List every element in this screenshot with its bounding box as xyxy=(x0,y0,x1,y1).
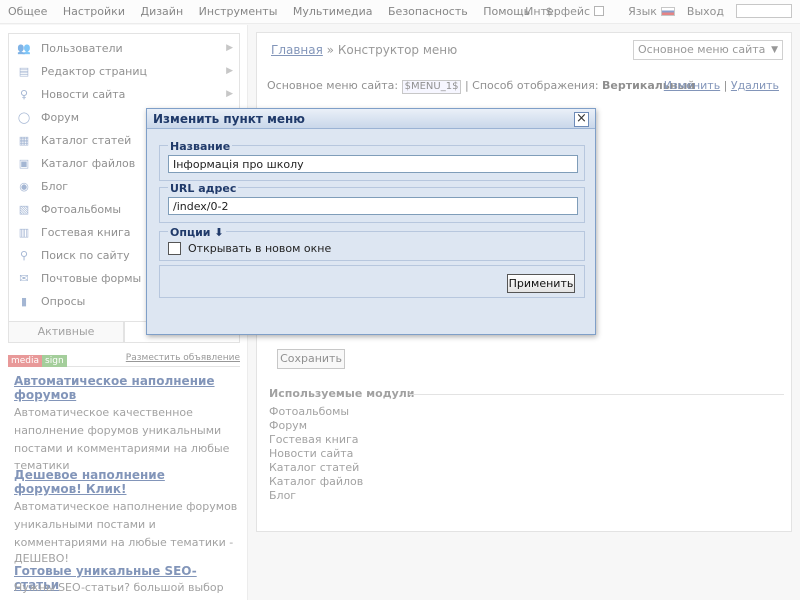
options-group: Опции ⬇ Открывать в новом окне xyxy=(159,226,585,261)
name-legend: Название xyxy=(168,140,233,153)
url-legend: URL адрес xyxy=(168,182,239,195)
options-legend[interactable]: Опции ⬇ xyxy=(168,226,226,239)
edit-menu-item-dialog: Изменить пункт меню × Название URL адрес… xyxy=(146,108,596,335)
close-button[interactable]: × xyxy=(574,112,589,127)
new-window-label: Открывать в новом окне xyxy=(188,242,332,255)
url-group: URL адрес xyxy=(159,182,585,223)
apply-button[interactable]: Применить xyxy=(507,274,575,293)
dialog-title: Изменить пункт меню xyxy=(153,112,305,126)
close-icon: × xyxy=(576,111,587,126)
name-group: Название xyxy=(159,140,585,181)
name-input[interactable] xyxy=(168,155,578,173)
dialog-header[interactable]: Изменить пункт меню × xyxy=(147,109,595,129)
url-input[interactable] xyxy=(168,197,578,215)
new-window-checkbox[interactable] xyxy=(168,242,181,255)
